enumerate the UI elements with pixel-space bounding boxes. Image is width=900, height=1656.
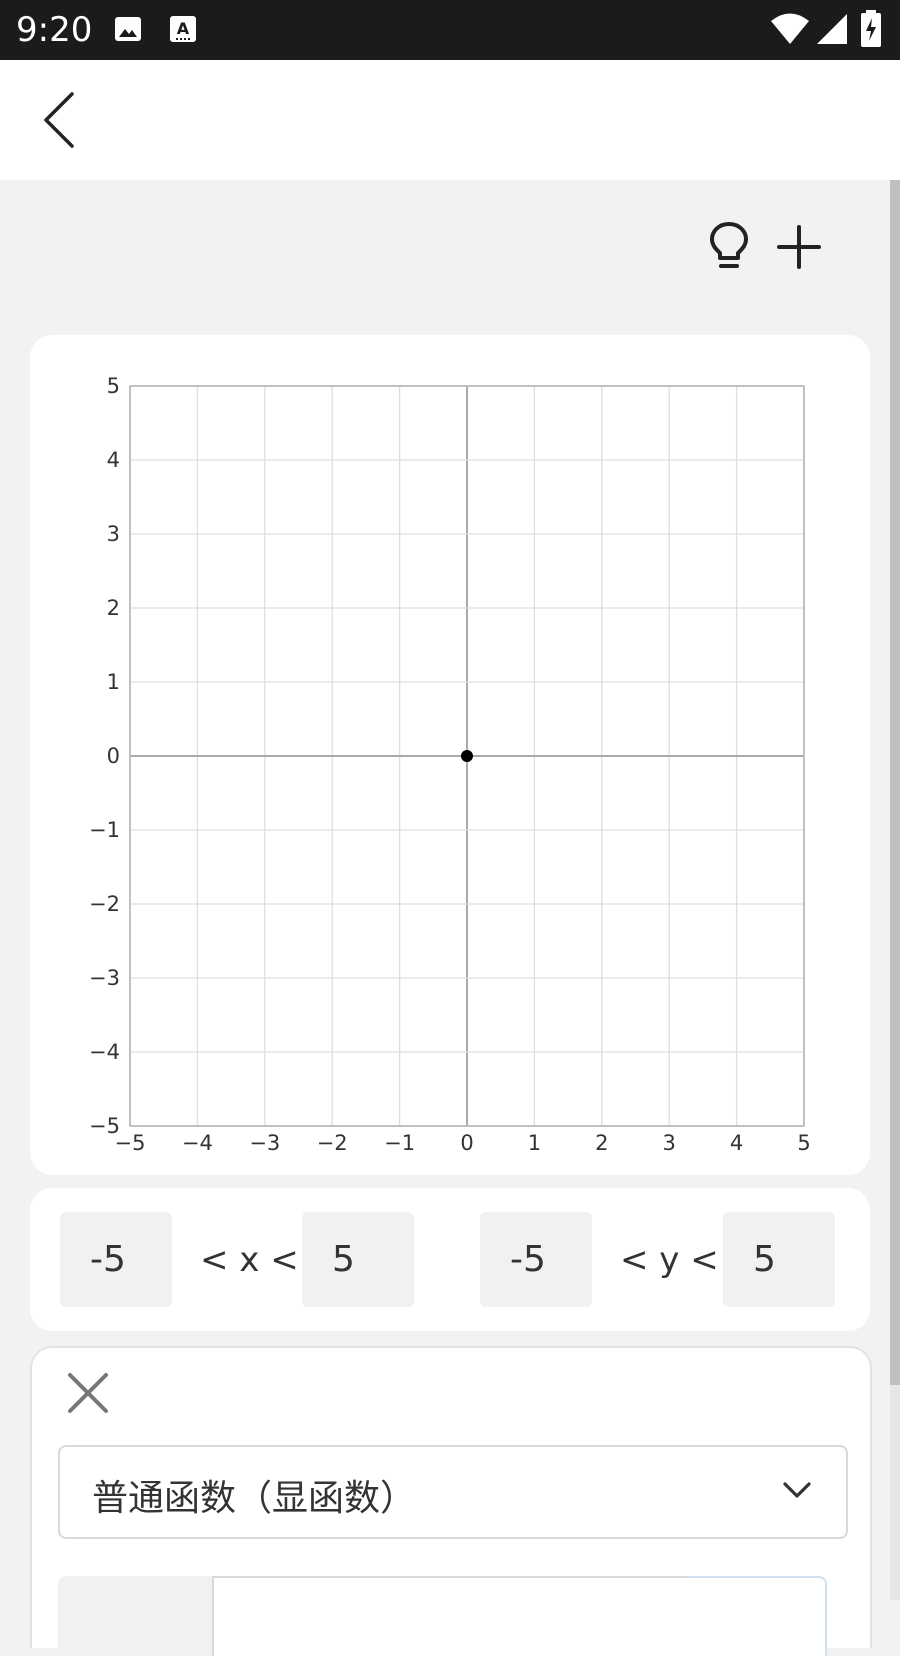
status-bar: 9:20 A [0, 0, 900, 60]
function-graph[interactable]: −5 −4 −3 −2 −1 0 1 2 3 4 5543210−1−2−3−4−5 [30, 335, 870, 1175]
y-tick-label: 5 [107, 374, 120, 398]
y-tick-label: −3 [89, 966, 120, 990]
x-tick-label: −1 [384, 1131, 415, 1155]
x-tick-label: 0 [460, 1131, 473, 1155]
x-tick-label: 5 [797, 1131, 810, 1155]
x-max-input[interactable]: 5 [302, 1212, 414, 1307]
hint-button[interactable] [705, 220, 753, 272]
x-tick-label: 4 [730, 1131, 743, 1155]
add-button[interactable] [776, 224, 822, 270]
svg-text:A: A [177, 19, 190, 38]
y-tick-label: 1 [107, 670, 120, 694]
y-min-input[interactable]: -5 [480, 1212, 592, 1307]
y-tick-label: 3 [107, 522, 120, 546]
data-point [461, 750, 473, 762]
range-card: -5 < x < 5 -5 < y < 5 [30, 1188, 870, 1331]
text-recognition-icon: A [170, 16, 196, 42]
x-tick-label: −4 [182, 1131, 213, 1155]
y-range-label: < y < [620, 1239, 719, 1280]
chevron-left-icon [44, 92, 74, 148]
cellular-signal-icon [817, 14, 847, 44]
x-tick-label: −3 [249, 1131, 280, 1155]
function-panel: 普通函数（显函数） [30, 1346, 872, 1656]
chevron-down-icon [783, 1482, 811, 1498]
lightbulb-icon [710, 222, 748, 268]
wifi-icon [771, 13, 809, 44]
plus-icon [777, 225, 821, 269]
x-tick-label: 3 [663, 1131, 676, 1155]
y-tick-label: −5 [89, 1114, 120, 1138]
x-tick-label: 2 [595, 1131, 608, 1155]
close-button[interactable] [65, 1370, 111, 1416]
expression-input[interactable] [212, 1576, 689, 1656]
app-bar [0, 60, 900, 180]
y-tick-label: −2 [89, 892, 120, 916]
x-tick-label: −2 [317, 1131, 348, 1155]
battery-charging-icon [861, 10, 881, 47]
y-tick-label: 2 [107, 596, 120, 620]
function-type-select[interactable]: 普通函数（显函数） [58, 1445, 848, 1539]
x-min-input[interactable]: -5 [60, 1212, 172, 1307]
y-tick-label: −4 [89, 1040, 120, 1064]
expression-prefix [58, 1576, 213, 1656]
y-max-input[interactable]: 5 [723, 1212, 835, 1307]
x-range-label: < x < [200, 1239, 299, 1280]
y-tick-label: 0 [107, 744, 120, 768]
graph-card: −5 −4 −3 −2 −1 0 1 2 3 4 5 5 4 3 2 1 0 −1 −2 −3 −4 −5 [30, 335, 870, 1175]
expression-suffix[interactable] [687, 1576, 827, 1656]
function-type-value: 普通函数（显函数） [92, 1478, 417, 1519]
y-tick-label: −1 [89, 818, 120, 842]
close-icon [68, 1373, 108, 1413]
x-tick-label: 1 [528, 1131, 541, 1155]
back-button[interactable] [30, 88, 90, 152]
status-time: 9:20 [16, 10, 93, 50]
image-icon [115, 17, 141, 41]
y-tick-label: 4 [107, 448, 120, 472]
scrollbar-thumb[interactable] [890, 180, 900, 1385]
